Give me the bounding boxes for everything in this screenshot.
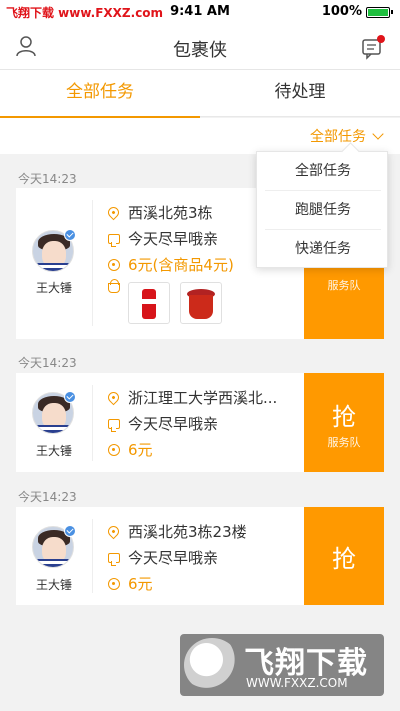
address-row: 浙江理工大学西溪北... bbox=[105, 387, 278, 408]
dropdown-item-errand-tasks[interactable]: 跑腿任务 bbox=[265, 191, 381, 230]
price-row: 6元(含商品4元) bbox=[108, 254, 234, 275]
task-time: 今天14:23 bbox=[18, 172, 77, 186]
watermark-logo: 飞翔下载 WWW.FXXZ.COM bbox=[180, 634, 384, 696]
grab-button[interactable]: 抢 服务队 bbox=[304, 373, 384, 472]
dropdown-item-all-tasks[interactable]: 全部任务 bbox=[265, 152, 381, 191]
user-name: 王大锤 bbox=[35, 281, 72, 295]
note-text: 今天尽早哦亲 bbox=[128, 415, 219, 433]
address-text: 西溪北苑3栋23楼 bbox=[128, 523, 247, 541]
message-icon[interactable] bbox=[360, 34, 386, 60]
battery-icon bbox=[366, 7, 393, 18]
price-text: 6元(含商品4元) bbox=[128, 256, 234, 274]
product-thumbnail-cola bbox=[128, 282, 170, 324]
task-card[interactable]: 王大锤 浙江理工大学西溪北... 今天尽早哦亲 6元 抢 服务队 bbox=[16, 373, 384, 472]
grab-label: 抢 bbox=[332, 403, 356, 431]
grab-label: 抢 bbox=[332, 545, 356, 573]
filter-dropdown-menu: 全部任务 跑腿任务 快递任务 bbox=[256, 151, 388, 268]
coin-icon bbox=[108, 258, 120, 271]
tab-all-tasks[interactable]: 全部任务 bbox=[0, 70, 200, 118]
note-text: 今天尽早哦亲 bbox=[128, 549, 219, 567]
address-row: 西溪北苑3栋23楼 bbox=[105, 521, 247, 542]
message-bubble-icon bbox=[108, 233, 120, 247]
watermark-url: WWW.FXXZ.COM bbox=[246, 676, 348, 690]
user-name: 王大锤 bbox=[35, 578, 72, 592]
divider bbox=[92, 519, 93, 593]
price-row: 6元 bbox=[108, 439, 153, 460]
product-thumbnail-noodles bbox=[180, 282, 222, 324]
grab-subtitle: 服务队 bbox=[327, 279, 361, 292]
note-row: 今天尽早哦亲 bbox=[108, 228, 218, 249]
battery-percent: 100% bbox=[321, 4, 362, 19]
message-bubble-icon bbox=[108, 552, 120, 566]
filter-dropdown-button[interactable]: 全部任务 bbox=[310, 126, 384, 146]
address-text: 西溪北苑3栋 bbox=[128, 204, 213, 222]
verified-badge-icon bbox=[64, 229, 76, 241]
grab-subtitle: 服务队 bbox=[327, 436, 361, 449]
price-text: 6元 bbox=[128, 441, 153, 459]
note-text: 今天尽早哦亲 bbox=[128, 230, 219, 248]
dropdown-item-express-tasks[interactable]: 快递任务 bbox=[265, 230, 381, 269]
note-row: 今天尽早哦亲 bbox=[108, 547, 218, 568]
message-bubble-icon bbox=[108, 418, 120, 432]
coin-icon bbox=[108, 577, 120, 590]
basket-icon bbox=[108, 279, 120, 293]
divider bbox=[92, 200, 93, 326]
address-text: 浙江理工大学西溪北... bbox=[128, 389, 278, 407]
filter-label: 全部任务 bbox=[310, 129, 366, 145]
verified-badge-icon bbox=[64, 391, 76, 403]
location-pin-icon bbox=[105, 389, 122, 405]
page-title: 包裹侠 bbox=[173, 40, 227, 61]
filter-bar: 全部任务 bbox=[0, 118, 400, 154]
chevron-down-icon bbox=[372, 127, 384, 140]
coin-icon bbox=[108, 443, 120, 456]
tab-pending[interactable]: 待处理 bbox=[200, 70, 400, 117]
divider bbox=[92, 385, 93, 461]
goods-row bbox=[108, 279, 120, 294]
task-tabs: 全部任务 待处理 bbox=[0, 70, 400, 118]
nav-bar: 包裹侠 bbox=[0, 24, 400, 70]
wing-logo-icon bbox=[184, 638, 240, 692]
price-text: 6元 bbox=[128, 575, 153, 593]
price-row: 6元 bbox=[108, 573, 153, 594]
task-card[interactable]: 王大锤 西溪北苑3栋23楼 今天尽早哦亲 6元 抢 bbox=[16, 507, 384, 605]
location-pin-icon bbox=[105, 523, 122, 539]
grab-button[interactable]: 抢 bbox=[304, 507, 384, 605]
verified-badge-icon bbox=[64, 525, 76, 537]
user-name: 王大锤 bbox=[35, 444, 72, 458]
address-row: 西溪北苑3栋 bbox=[105, 202, 213, 223]
task-time: 今天14:23 bbox=[18, 490, 77, 504]
location-pin-icon bbox=[105, 204, 122, 220]
task-time: 今天14:23 bbox=[18, 356, 77, 370]
status-bar: 飞翔下载 www.FXXZ.com 9:41 AM 100% bbox=[0, 0, 400, 24]
note-row: 今天尽早哦亲 bbox=[108, 413, 218, 434]
